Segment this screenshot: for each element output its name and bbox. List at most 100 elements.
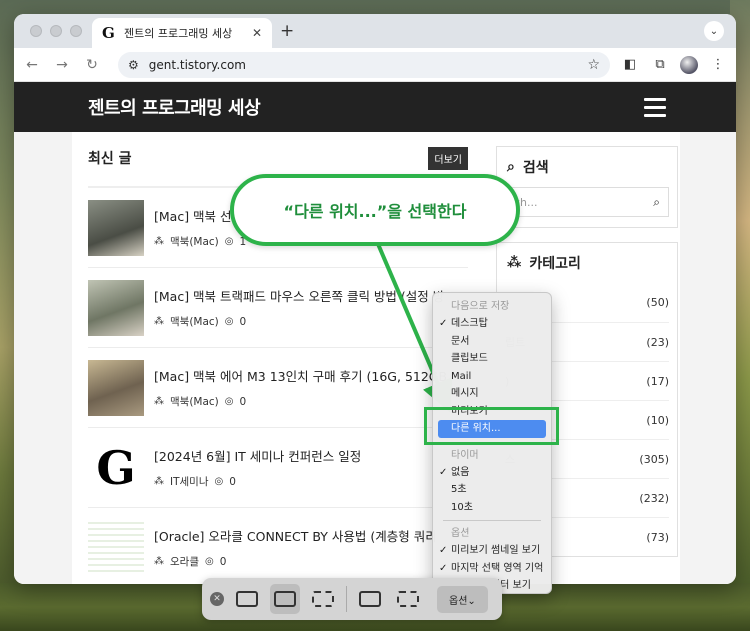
post-comment-count: 0 <box>219 555 227 568</box>
post-thumbnail <box>88 279 144 336</box>
menu-item-remember-selection[interactable]: ✓ 마지막 선택 영역 기억 <box>433 560 551 578</box>
post-thumbnail <box>88 199 144 256</box>
site-header: 젠트의 프로그래밍 세상 <box>14 82 736 132</box>
menu-item-label: Mail <box>451 370 472 382</box>
menu-item-show-thumbnail[interactable]: ✓ 미리보기 썸네일 보기 <box>433 542 551 560</box>
capture-entire-screen-button[interactable] <box>232 584 262 614</box>
post-title[interactable]: [Oracle] 오라클 CONNECT BY 사용법 (계층형 쿼리 <box>154 526 468 545</box>
capture-window-button[interactable] <box>270 584 300 614</box>
category-widget-title: 카테고리 <box>529 256 581 272</box>
post-category[interactable]: IT세미나 <box>170 474 209 489</box>
category-icon: ⁂ <box>154 316 164 327</box>
checkmark-icon: ✓ <box>439 318 448 329</box>
search-icon: ⌕ <box>507 159 515 175</box>
post-title[interactable]: [2024년 6월] IT 세미나 컨퍼런스 일정 <box>154 446 468 465</box>
record-screen-button[interactable] <box>355 584 385 614</box>
forward-icon[interactable]: → <box>52 57 72 73</box>
menu-item-label: 문서 <box>451 335 470 347</box>
menu-item-label: 데스크탑 <box>451 318 488 329</box>
window-controls <box>30 25 82 37</box>
post-title[interactable]: [Mac] 맥북 트랙패드 마우스 오른쪽 클릭 방법 (설정 방 <box>154 286 468 305</box>
post-thumbnail <box>88 519 144 576</box>
menu-item-timer-5s[interactable]: 5초 <box>433 481 551 499</box>
post-item[interactable]: [Mac] 맥북 에어 M3 13인치 구매 후기 (16G, 512GB ⁂ 맥… <box>88 348 468 428</box>
new-tab-button[interactable]: + <box>280 21 294 41</box>
web-page: 젠트의 프로그래밍 세상 최신 글 더보기 [Mac] 맥북 선 ⁂ 맥북(Mac… <box>14 82 736 584</box>
annotation-highlight-box <box>424 407 559 445</box>
search-input[interactable] <box>514 195 654 209</box>
post-category[interactable]: 맥북(Mac) <box>170 234 219 249</box>
zoom-window-button[interactable] <box>70 25 82 37</box>
reload-icon[interactable]: ↻ <box>82 57 102 73</box>
site-settings-icon[interactable]: ⚙ <box>128 58 139 72</box>
category-count: (17) <box>646 374 669 388</box>
profile-avatar[interactable] <box>680 55 698 74</box>
post-thumbnail: G <box>88 439 144 496</box>
options-button[interactable]: 옵션⌄ <box>437 585 488 613</box>
back-icon[interactable]: ← <box>22 57 42 73</box>
search-submit-icon[interactable]: ⌕ <box>653 195 660 210</box>
tab-active[interactable]: G 젠트의 프로그래밍 세상 ✕ <box>92 18 272 48</box>
browser-window: G 젠트의 프로그래밍 세상 ✕ + ⌄ ← → ↻ ⚙ gent.tistor… <box>14 14 736 584</box>
post-item[interactable]: [Mac] 맥북 트랙패드 마우스 오른쪽 클릭 방법 (설정 방 ⁂ 맥북(Ma… <box>88 268 468 348</box>
more-menu-icon[interactable]: ⋮ <box>708 57 728 72</box>
category-count: (10) <box>646 413 669 427</box>
more-button[interactable]: 더보기 <box>428 146 468 170</box>
menu-section-save: 다음으로 저장 <box>451 301 510 312</box>
menu-item-timer-10s[interactable]: 10초 <box>433 499 551 517</box>
recent-posts-title: 최신 글 <box>88 151 132 167</box>
capture-selection-button[interactable] <box>308 584 338 614</box>
post-category[interactable]: 맥북(Mac) <box>170 314 219 329</box>
comment-icon: ◎ <box>224 236 234 247</box>
menu-hamburger-icon[interactable] <box>644 97 666 117</box>
comment-icon: ◎ <box>204 556 214 567</box>
tab-search-button[interactable]: ⌄ <box>704 21 724 41</box>
menu-item-desktop[interactable]: ✓ 데스크탑 <box>433 315 551 333</box>
category-tree-icon: ⁂ <box>507 255 522 271</box>
close-window-button[interactable] <box>30 25 42 37</box>
category-count: (232) <box>639 491 669 505</box>
category-icon: ⁂ <box>154 556 164 567</box>
category-count: (73) <box>646 530 669 544</box>
menu-section-options: 옵션 <box>451 528 470 539</box>
menu-item-documents[interactable]: 문서 <box>433 333 551 351</box>
category-icon: ⁂ <box>154 476 164 487</box>
category-icon: ⁂ <box>154 396 164 407</box>
site-title[interactable]: 젠트의 프로그래밍 세상 <box>88 94 261 120</box>
record-screen-icon <box>359 591 381 607</box>
menu-item-timer-none[interactable]: ✓ 없음 <box>433 464 551 482</box>
window-icon <box>274 591 296 607</box>
category-count: (50) <box>646 296 669 309</box>
tab-title: 젠트의 프로그래밍 세상 <box>124 27 233 40</box>
search-widget: ⌕ 검색 ⌕ <box>496 146 678 228</box>
extensions-icon[interactable]: ⧉ <box>650 57 670 72</box>
close-tab-icon[interactable]: ✕ <box>252 26 262 40</box>
minimize-window-button[interactable] <box>50 25 62 37</box>
menu-separator <box>443 520 541 521</box>
post-comment-count: 0 <box>229 475 236 488</box>
post-category[interactable]: 맥북(Mac) <box>170 394 219 409</box>
menu-item-label: 마지막 선택 영역 기억 <box>451 562 544 574</box>
menu-item-messages[interactable]: 메시지 <box>433 385 551 403</box>
close-capture-icon[interactable]: ✕ <box>210 592 224 606</box>
recent-posts-header: 최신 글 더보기 <box>88 146 468 170</box>
search-box[interactable]: ⌕ <box>505 187 669 217</box>
comment-icon: ◎ <box>224 316 234 327</box>
post-item[interactable]: G [2024년 6월] IT 세미나 컨퍼런스 일정 ⁂ IT세미나 ◎ 0 <box>88 428 468 508</box>
menu-item-label: 메시지 <box>451 388 479 399</box>
record-selection-button[interactable] <box>393 584 423 614</box>
record-selection-icon <box>397 591 419 607</box>
post-title[interactable]: [Mac] 맥북 에어 M3 13인치 구매 후기 (16G, 512GB <box>154 366 468 385</box>
menu-item-clipboard[interactable]: 클립보드 <box>433 350 551 368</box>
screen-icon <box>236 591 258 607</box>
checkmark-icon: ✓ <box>439 545 448 556</box>
reading-mode-icon[interactable]: ◧ <box>620 57 640 72</box>
post-item[interactable]: [Oracle] 오라클 CONNECT BY 사용법 (계층형 쿼리 ⁂ 오라클… <box>88 508 468 584</box>
address-bar[interactable]: ⚙ gent.tistory.com ☆ <box>118 51 610 78</box>
menu-item-label: 클립보드 <box>451 353 488 364</box>
bookmark-star-icon[interactable]: ☆ <box>587 57 600 73</box>
comment-icon: ◎ <box>214 476 224 487</box>
menu-item-mail[interactable]: Mail <box>433 368 551 386</box>
checkmark-icon: ✓ <box>439 562 448 574</box>
post-category[interactable]: 오라클 <box>170 554 199 569</box>
